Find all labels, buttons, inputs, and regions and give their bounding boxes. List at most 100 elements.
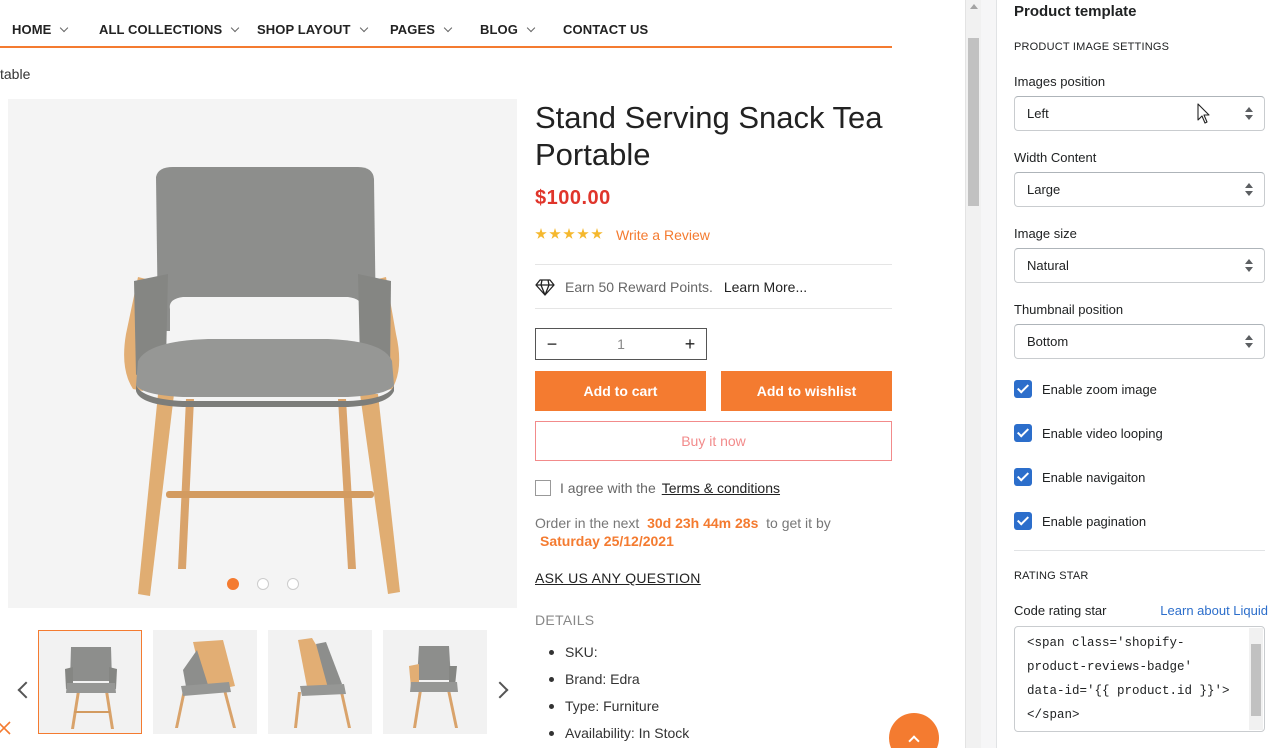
back-to-top-button[interactable] — [889, 713, 939, 748]
delivery-date: Saturday 25/12/2021 — [540, 533, 674, 549]
pagination-dot-2[interactable] — [257, 578, 269, 590]
close-icon[interactable] — [0, 720, 12, 736]
enable-pagination-checkbox[interactable]: Enable pagination — [1014, 512, 1146, 530]
pagination-dot-3[interactable] — [287, 578, 299, 590]
width-content-label: Width Content — [1014, 150, 1097, 165]
ask-question-link[interactable]: ASK US ANY QUESTION — [535, 570, 701, 586]
chevron-left-icon[interactable] — [17, 681, 35, 699]
nav-item-blog[interactable]: BLOG — [480, 22, 536, 37]
images-position-label: Images position — [1014, 74, 1106, 89]
width-content-select[interactable]: Large — [1014, 172, 1265, 207]
divider — [535, 264, 892, 265]
agree-checkbox[interactable] — [535, 480, 551, 496]
pagination-dot-1[interactable] — [227, 578, 239, 590]
star-icon — [535, 228, 547, 239]
thumbnail-1[interactable] — [38, 630, 142, 734]
learn-about-liquid-link[interactable]: Learn about Liquid — [1160, 603, 1268, 618]
chair-thumb-image — [65, 647, 117, 729]
product-main-image[interactable] — [8, 99, 517, 608]
scroll-up-icon[interactable] — [970, 4, 978, 9]
code-line: </span> — [1027, 708, 1080, 722]
add-to-cart-button[interactable]: Add to cart — [535, 371, 706, 411]
detail-type: Type: Furniture — [548, 698, 689, 725]
detail-brand: Brand: Edra — [548, 671, 689, 698]
settings-panel: Product template PRODUCT IMAGE SETTINGS … — [997, 0, 1273, 748]
order-prefix: Order in the next — [535, 515, 640, 531]
terms-link[interactable]: Terms & conditions — [662, 480, 780, 496]
code-line: <span class='shopify- — [1027, 636, 1185, 650]
mouse-cursor-icon — [1197, 103, 1210, 124]
enable-zoom-checkbox[interactable]: Enable zoom image — [1014, 380, 1157, 398]
nav-item-shop-layout[interactable]: SHOP LAYOUT — [257, 22, 368, 37]
checkbox-checked-icon[interactable] — [1014, 424, 1032, 442]
thumbnail-strip — [0, 630, 520, 735]
image-size-label: Image size — [1014, 226, 1077, 241]
store-preview: HOME ALL COLLECTIONS SHOP LAYOUT PAGES B… — [0, 0, 965, 748]
enable-video-looping-label: Enable video looping — [1042, 425, 1163, 441]
details-list: SKU: Brand: Edra Type: Furniture Availab… — [548, 644, 689, 748]
enable-zoom-label: Enable zoom image — [1042, 381, 1157, 397]
nav-item-home[interactable]: HOME — [12, 22, 69, 37]
thumbnail-position-select[interactable]: Bottom — [1014, 324, 1265, 359]
checkbox-checked-icon[interactable] — [1014, 468, 1032, 486]
enable-navigation-checkbox[interactable]: Enable navigaiton — [1014, 468, 1145, 486]
reward-points: Earn 50 Reward Points. Learn More... — [535, 278, 807, 296]
section-divider — [1014, 550, 1265, 551]
image-pagination — [227, 578, 299, 590]
thumbnail-3[interactable] — [268, 630, 372, 734]
textarea-scrollbar-thumb[interactable] — [1251, 644, 1261, 716]
divider — [535, 308, 892, 309]
preview-scrollbar[interactable] — [965, 0, 981, 748]
chevron-down-icon — [359, 23, 368, 33]
checkbox-checked-icon[interactable] — [1014, 512, 1032, 530]
thumbnail-2[interactable] — [153, 630, 257, 734]
images-position-select[interactable]: Left — [1014, 96, 1265, 131]
nav-item-all-collections[interactable]: ALL COLLECTIONS — [99, 22, 240, 37]
learn-more-link[interactable]: Learn More... — [724, 279, 807, 295]
code-rating-star-label: Code rating star — [1014, 603, 1107, 618]
nav-item-pages[interactable]: PAGES — [390, 22, 453, 37]
chevron-down-icon — [443, 23, 453, 33]
chair-image — [124, 167, 400, 596]
product-title: Stand Serving Snack Tea Portable — [535, 100, 883, 172]
nav-label-all-collections: ALL COLLECTIONS — [99, 22, 223, 37]
chair-thumb-image — [409, 646, 458, 728]
star-icon — [577, 228, 589, 239]
panel-title: Product template — [1014, 3, 1137, 20]
rating-stars — [535, 228, 603, 240]
quantity-decrease-button[interactable]: − — [546, 335, 558, 353]
details-heading: DETAILS — [535, 612, 595, 628]
thumbnail-4[interactable] — [383, 630, 487, 734]
reward-text: Earn 50 Reward Points. — [565, 279, 713, 295]
add-to-wishlist-button[interactable]: Add to wishlist — [721, 371, 892, 411]
enable-video-looping-checkbox[interactable]: Enable video looping — [1014, 424, 1163, 442]
chevron-up-icon — [908, 735, 920, 747]
images-position-value: Left — [1027, 106, 1049, 121]
rating-star-heading: RATING STAR — [1014, 570, 1089, 582]
panel-divider — [981, 0, 997, 748]
select-caret-icon — [1245, 183, 1253, 197]
nav-label-blog: BLOG — [480, 22, 518, 37]
checkbox-checked-icon[interactable] — [1014, 380, 1032, 398]
select-caret-icon — [1245, 259, 1253, 273]
thumbnail-position-label: Thumbnail position — [1014, 302, 1124, 317]
image-settings-heading: PRODUCT IMAGE SETTINGS — [1014, 41, 1170, 53]
chevron-right-icon[interactable] — [491, 681, 509, 699]
quantity-increase-button[interactable]: + — [684, 335, 696, 353]
detail-sku: SKU: — [548, 644, 689, 671]
write-review-link[interactable]: Write a Review — [616, 227, 710, 243]
textarea-scrollbar[interactable] — [1249, 628, 1263, 730]
buy-it-now-button[interactable]: Buy it now — [535, 421, 892, 461]
chair-thumb-image — [175, 640, 236, 728]
image-size-select[interactable]: Natural — [1014, 248, 1265, 283]
width-content-value: Large — [1027, 182, 1061, 197]
delivery-countdown: Order in the next 30d 23h 44m 28s to get… — [535, 514, 831, 549]
quantity-value[interactable]: 1 — [617, 336, 625, 352]
code-line: product-reviews-badge' — [1027, 660, 1193, 674]
nav-label-pages: PAGES — [390, 22, 436, 37]
scrollbar-thumb[interactable] — [968, 38, 979, 206]
code-rating-star-textarea[interactable]: <span class='shopify-product-reviews-bad… — [1014, 626, 1265, 732]
quantity-stepper: − 1 + — [535, 328, 707, 360]
star-icon — [563, 228, 575, 239]
image-size-value: Natural — [1027, 258, 1069, 273]
